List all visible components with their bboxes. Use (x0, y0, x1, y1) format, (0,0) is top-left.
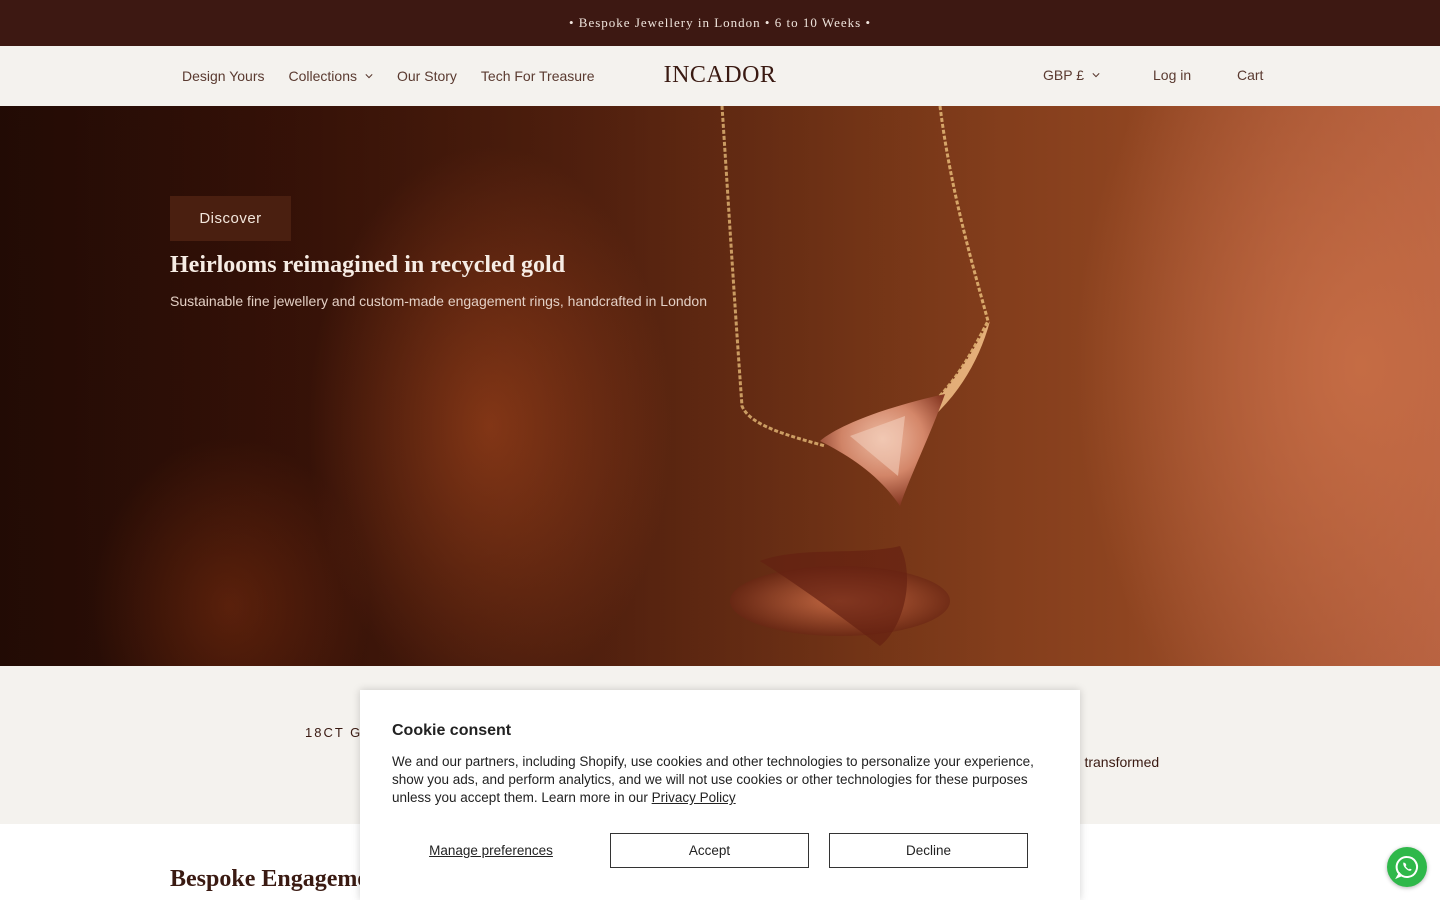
nav-collections[interactable]: Collections (289, 68, 373, 84)
login-link[interactable]: Log in (1153, 67, 1191, 83)
nav-tech-for-treasure[interactable]: Tech For Treasure (481, 68, 595, 84)
discover-button[interactable]: Discover (170, 196, 291, 241)
site-logo[interactable]: INCADOR (654, 62, 786, 89)
manage-preferences-button[interactable]: Manage preferences (392, 833, 590, 868)
nav-collections-label: Collections (288, 68, 357, 84)
nav-our-story[interactable]: Our Story (397, 68, 457, 84)
hero-title: Heirlooms reimagined in recycled gold (170, 252, 566, 278)
privacy-policy-link[interactable]: Privacy Policy (652, 790, 736, 805)
hero-subtitle: Sustainable fine jewellery and custom-ma… (170, 293, 708, 309)
accept-button[interactable]: Accept (610, 833, 809, 868)
hero-overlay (0, 106, 1440, 666)
section-title: Bespoke Engageme (170, 866, 368, 892)
header-actions: GBP £ Log in Cart (1000, 46, 1440, 106)
decline-button[interactable]: Decline (829, 833, 1028, 868)
currency-label: GBP £ (1043, 67, 1084, 83)
announcement-text: • Bespoke Jewellery in London • 6 to 10 … (569, 15, 871, 30)
hero-banner: Discover Heirlooms reimagined in recycle… (0, 106, 1440, 666)
whatsapp-icon (1395, 855, 1418, 880)
nav-design-yours[interactable]: Design Yours (182, 68, 265, 84)
site-header: Design Yours Collections Our Story Tech … (0, 46, 1440, 106)
announcement-bar: • Bespoke Jewellery in London • 6 to 10 … (0, 0, 1440, 46)
chevron-down-icon (1092, 73, 1100, 78)
main-nav: Design Yours Collections Our Story Tech … (182, 46, 595, 106)
cookie-title: Cookie consent (392, 722, 512, 739)
cart-link[interactable]: Cart (1237, 67, 1263, 83)
cookie-body: We and our partners, including Shopify, … (392, 753, 1052, 807)
whatsapp-button[interactable] (1387, 847, 1427, 887)
currency-selector[interactable]: GBP £ (1043, 67, 1100, 83)
cookie-consent-dialog: Cookie consent We and our partners, incl… (360, 690, 1080, 900)
chevron-down-icon (365, 74, 373, 79)
